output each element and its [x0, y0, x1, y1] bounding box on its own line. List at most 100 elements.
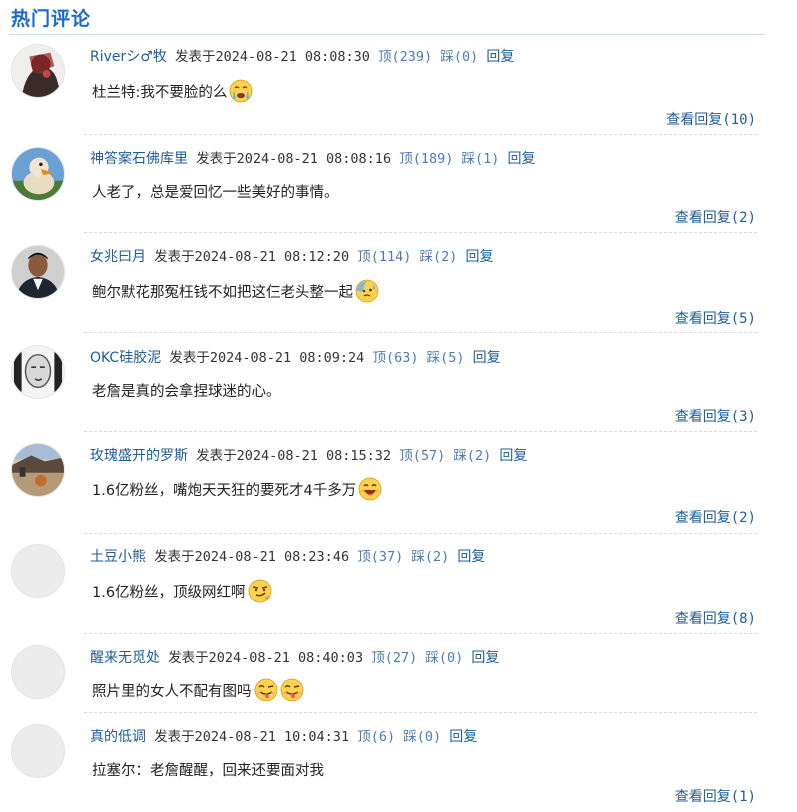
- posted-at-label: 发表于: [174, 49, 216, 65]
- username-link[interactable]: OKC硅胶泥: [90, 350, 161, 366]
- tongue-emoji-icon: [254, 678, 278, 702]
- view-replies-link[interactable]: 查看回复(8): [675, 608, 756, 628]
- downvote-button[interactable]: 踩(2): [453, 448, 491, 464]
- comment-text: 1.6亿粉丝，顶级网红啊: [92, 578, 272, 604]
- user-avatar[interactable]: [11, 544, 65, 598]
- downvote-count: (5): [440, 350, 465, 366]
- tongue-emoji-icon: [280, 678, 304, 702]
- downvote-label: 踩: [426, 350, 441, 366]
- upvote-count: (189): [412, 151, 454, 167]
- upvote-button[interactable]: 顶(6): [357, 729, 395, 745]
- user-avatar[interactable]: [11, 443, 65, 497]
- username-link[interactable]: 神答案石佛库里: [90, 151, 188, 167]
- comment-body: 拉塞尔：老詹醒醒，回来还要面对我: [92, 762, 324, 779]
- downvote-label: 踩: [419, 249, 434, 265]
- downvote-label: 踩: [403, 729, 417, 745]
- username-link[interactable]: 土豆小熊: [90, 549, 146, 565]
- reply-link[interactable]: 回复: [449, 729, 477, 745]
- upvote-label: 顶: [372, 350, 386, 366]
- post-time: 2024-08-21 10:04:31: [194, 729, 350, 745]
- comment-divider: [84, 232, 757, 233]
- comment-text: 人老了，总是爱回忆一些美好的事情。: [92, 178, 339, 204]
- upvote-button[interactable]: 顶(63): [372, 350, 418, 366]
- username-link[interactable]: 真的低调: [90, 729, 146, 745]
- username-link[interactable]: 女兆曰月: [90, 249, 146, 265]
- view-replies-label: 查看回复: [674, 409, 731, 425]
- upvote-label: 顶: [357, 729, 371, 745]
- post-time: 2024-08-21 08:23:46: [194, 549, 350, 565]
- posted-at-label: 发表于: [196, 448, 237, 464]
- downvote-label: 踩: [453, 448, 467, 464]
- downvote-label: 踩: [425, 650, 439, 666]
- comment-body: 老詹是真的会拿捏球迷的心。: [92, 383, 281, 400]
- user-avatar[interactable]: [11, 44, 65, 98]
- downvote-button[interactable]: 踩(0): [425, 650, 463, 666]
- reply-link[interactable]: 回复: [486, 49, 514, 65]
- reply-link[interactable]: 回复: [457, 549, 485, 565]
- view-replies-link[interactable]: 查看回复(2): [675, 207, 756, 227]
- comment-meta: OKC硅胶泥 发表于2024-08-21 08:09:24 顶(63) 踩(5)…: [90, 349, 501, 367]
- user-avatar[interactable]: [11, 724, 65, 778]
- upvote-count: (27): [384, 650, 418, 666]
- comment-meta: 真的低调 发表于2024-08-21 10:04:31 顶(6) 踩(0) 回复: [90, 728, 477, 746]
- reply-link[interactable]: 回复: [466, 249, 494, 265]
- reply-link[interactable]: 回复: [508, 151, 536, 167]
- downvote-label: 踩: [461, 151, 476, 167]
- upvote-label: 顶: [399, 448, 413, 464]
- upvote-button[interactable]: 顶(27): [371, 650, 417, 666]
- downvote-button[interactable]: 踩(0): [440, 49, 478, 65]
- user-avatar[interactable]: [11, 245, 65, 299]
- downvote-button[interactable]: 踩(2): [420, 249, 458, 265]
- upvote-count: (6): [370, 729, 396, 745]
- comment-meta: 醒来无觅处 发表于2024-08-21 08:40:03 顶(27) 踩(0) …: [90, 649, 499, 667]
- view-replies-link[interactable]: 查看回复(3): [675, 406, 756, 426]
- reply-count: (8): [730, 611, 756, 627]
- reply-count: (3): [730, 409, 756, 425]
- upvote-button[interactable]: 顶(114): [357, 249, 411, 265]
- upvote-count: (57): [412, 448, 446, 464]
- title-divider: [9, 34, 765, 35]
- comment-text: 照片里的女人不配有图吗: [92, 677, 304, 703]
- upvote-label: 顶: [378, 49, 392, 65]
- posted-at-label: 发表于: [154, 729, 195, 745]
- username-link[interactable]: 玫瑰盛开的罗斯: [90, 448, 188, 464]
- username-link[interactable]: Riverシ♂牧: [90, 49, 167, 65]
- user-avatar[interactable]: [11, 147, 65, 201]
- comment-body: 杜兰特:我不要脸的么: [92, 84, 228, 101]
- comment-divider: [84, 431, 757, 432]
- upvote-button[interactable]: 顶(189): [399, 151, 453, 167]
- posted-at-label: 发表于: [196, 151, 237, 167]
- post-time: 2024-08-21 08:08:16: [236, 151, 392, 167]
- downvote-button[interactable]: 踩(1): [462, 151, 500, 167]
- upvote-button[interactable]: 顶(239): [378, 49, 432, 65]
- comment-divider: [84, 332, 757, 333]
- view-replies-label: 查看回复: [674, 789, 731, 805]
- upvote-button[interactable]: 顶(57): [399, 448, 445, 464]
- downvote-count: (0): [416, 729, 442, 745]
- reply-link[interactable]: 回复: [499, 448, 527, 464]
- view-replies-link[interactable]: 查看回复(10): [666, 109, 756, 129]
- comment-body: 1.6亿粉丝，顶级网红啊: [92, 584, 246, 601]
- user-avatar[interactable]: [11, 645, 65, 699]
- comment-body: 鲍尔默花那冤枉钱不如把这仨老头整一起: [92, 284, 353, 301]
- reply-link[interactable]: 回复: [471, 650, 499, 666]
- downvote-button[interactable]: 踩(0): [403, 729, 441, 745]
- view-replies-link[interactable]: 查看回复(2): [675, 507, 756, 527]
- view-replies-label: 查看回复: [674, 611, 731, 627]
- posted-at-label: 发表于: [168, 650, 209, 666]
- sweat-emoji-icon: [355, 279, 379, 303]
- smirk-emoji-icon: [248, 579, 272, 603]
- upvote-button[interactable]: 顶(37): [357, 549, 403, 565]
- downvote-count: (0): [453, 49, 479, 65]
- downvote-button[interactable]: 踩(2): [411, 549, 449, 565]
- upvote-count: (114): [370, 249, 412, 265]
- reply-link[interactable]: 回复: [473, 350, 501, 366]
- user-avatar[interactable]: [11, 345, 65, 399]
- downvote-label: 踩: [440, 49, 454, 65]
- view-replies-link[interactable]: 查看回复(1): [675, 786, 756, 806]
- view-replies-label: 查看回复: [674, 311, 731, 327]
- downvote-button[interactable]: 踩(5): [427, 350, 465, 366]
- post-time: 2024-08-21 08:40:03: [208, 650, 364, 666]
- view-replies-link[interactable]: 查看回复(5): [675, 308, 756, 328]
- username-link[interactable]: 醒来无觅处: [90, 650, 160, 666]
